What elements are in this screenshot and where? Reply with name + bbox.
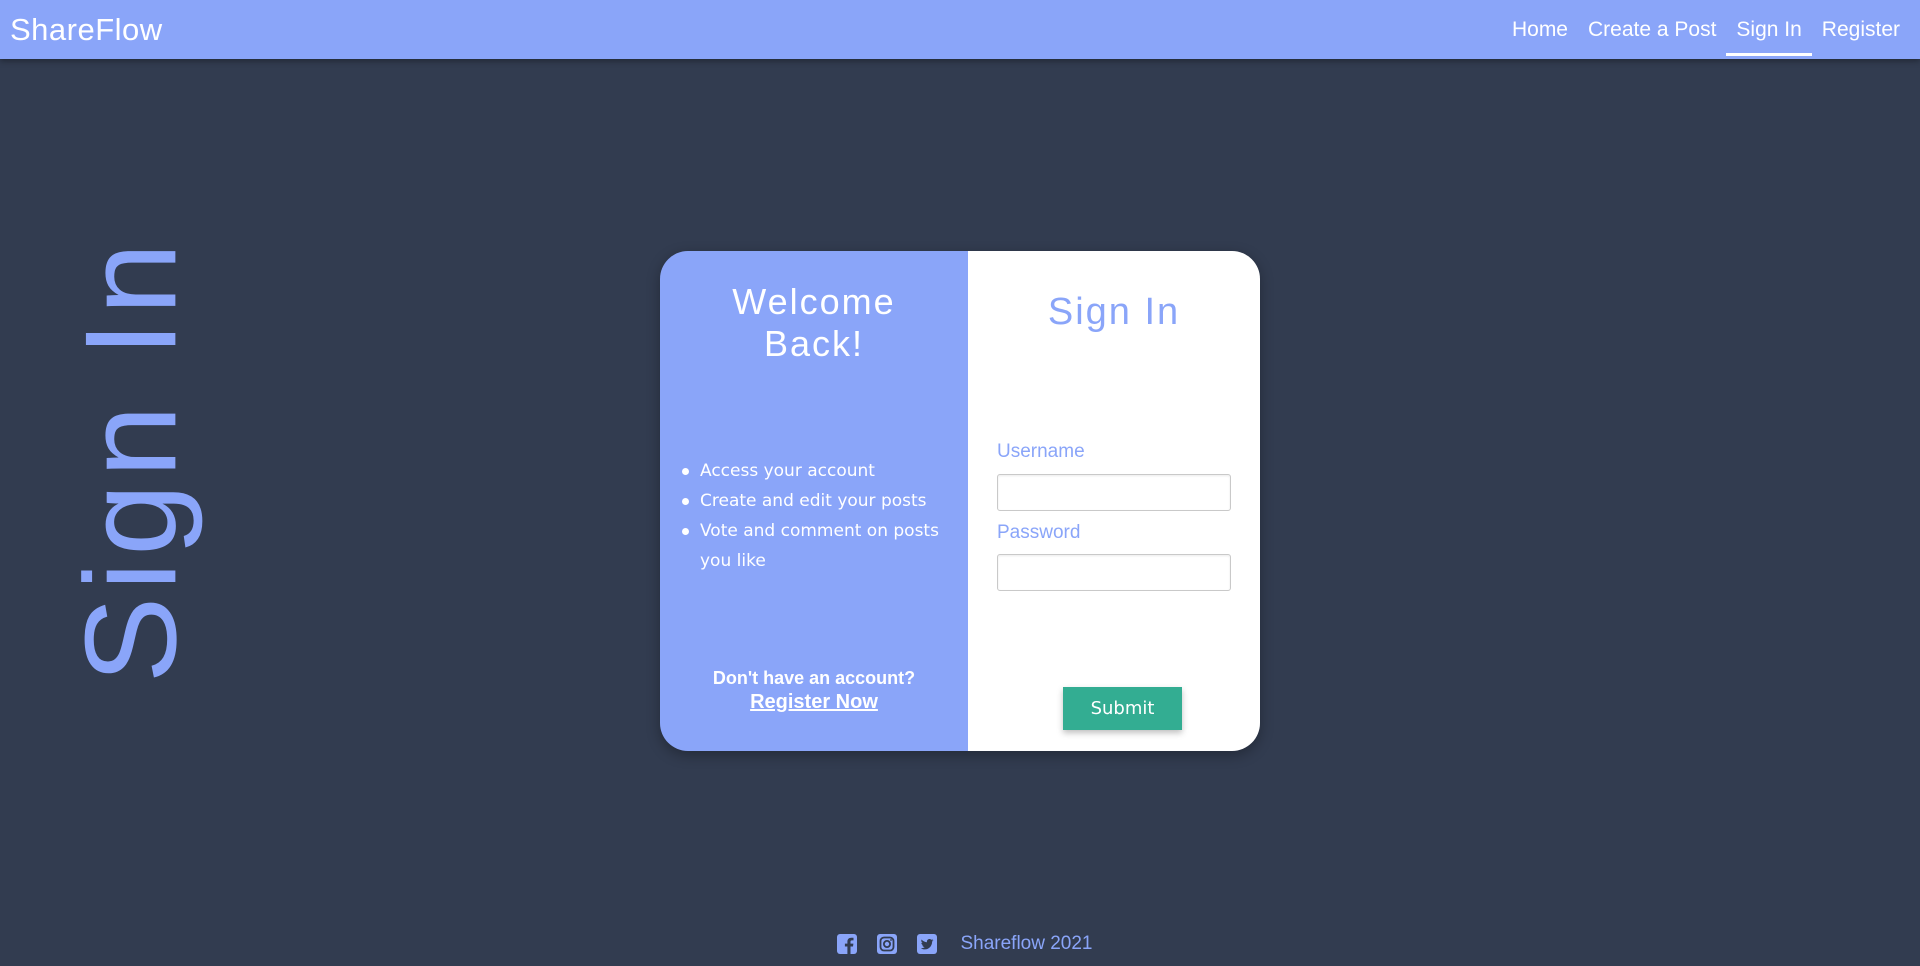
welcome-panel: Welcome Back! Access your account Create… (660, 251, 968, 751)
sign-in-form: Sign In Username Password Submit (968, 251, 1260, 751)
form-title: Sign In (1047, 291, 1181, 333)
list-item: Vote and comment on posts you like (682, 516, 952, 576)
nav-create-post-link[interactable]: Create a Post (1578, 0, 1726, 59)
nav-home-link[interactable]: Home (1502, 0, 1578, 59)
brand-logo[interactable]: ShareFlow (10, 12, 163, 48)
username-input[interactable] (997, 474, 1231, 511)
register-question: Don't have an account? (712, 668, 916, 688)
list-item: Create and edit your posts (682, 486, 952, 516)
copyright-text: Shareflow 2021 (960, 933, 1093, 954)
nav-sign-in-link[interactable]: Sign In (1726, 0, 1813, 59)
side-page-title: Sign In (57, 210, 204, 710)
benefits-list: Access your account Create and edit your… (682, 456, 952, 576)
register-now-link[interactable]: Register Now (750, 691, 878, 714)
sign-in-card: Welcome Back! Access your account Create… (660, 251, 1260, 751)
welcome-heading: Welcome Back! (732, 281, 896, 364)
side-page-title-text: Sign In (57, 236, 204, 684)
username-label: Username (997, 441, 1085, 462)
nav-links: Home Create a Post Sign In Register (1502, 0, 1910, 59)
instagram-icon[interactable] (876, 933, 898, 955)
password-input[interactable] (997, 554, 1231, 591)
submit-button[interactable]: Submit (1063, 687, 1182, 730)
navbar: ShareFlow Home Create a Post Sign In Reg… (0, 0, 1920, 59)
twitter-icon[interactable] (916, 933, 938, 955)
nav-register-link[interactable]: Register (1812, 0, 1910, 59)
list-item: Access your account (682, 456, 952, 486)
facebook-icon[interactable] (836, 933, 858, 955)
register-prompt: Don't have an account? Register Now (660, 668, 968, 714)
footer: Shareflow 2021 (0, 930, 1920, 958)
password-label: Password (997, 522, 1081, 543)
